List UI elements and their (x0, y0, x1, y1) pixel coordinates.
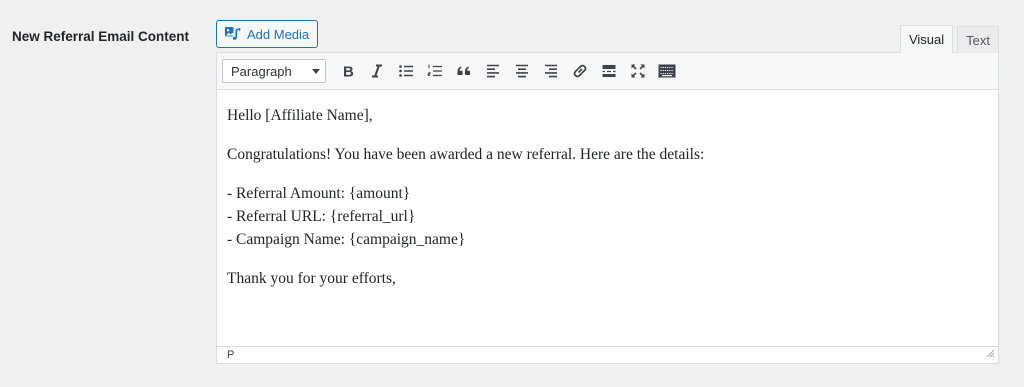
editor-content[interactable]: Hello [Affiliate Name], Congratulations!… (217, 90, 998, 346)
content-closing: Thank you for your efforts, (227, 270, 396, 287)
editor-tools: Add Media Visual Text (216, 20, 999, 53)
link-icon (572, 63, 588, 79)
field-label: New Referral Email Content (12, 29, 190, 44)
numbered-list-icon (427, 63, 443, 79)
bold-button[interactable]: B (333, 57, 362, 85)
wysiwyg-editor: Add Media Visual Text Paragraph B Hello … (216, 20, 999, 364)
content-detail-line: - Referral URL: {referral_url} (227, 208, 416, 225)
bullet-list-button[interactable] (391, 57, 420, 85)
align-left-icon (485, 63, 501, 79)
content-detail-line: - Referral Amount: {amount} (227, 185, 411, 202)
align-left-button[interactable] (478, 57, 507, 85)
media-icon (224, 26, 241, 43)
align-center-icon (514, 63, 530, 79)
blockquote-button[interactable] (449, 57, 478, 85)
content-details: - Referral Amount: {amount} - Referral U… (227, 182, 988, 251)
align-center-button[interactable] (507, 57, 536, 85)
toolbar-toggle-button[interactable] (652, 57, 681, 85)
chevron-down-icon (312, 68, 320, 74)
format-select[interactable]: Paragraph (222, 59, 326, 83)
content-intro: Congratulations! You have been awarded a… (227, 146, 705, 163)
bold-icon: B (340, 63, 356, 80)
formatting-toolbar: Paragraph B (217, 53, 998, 90)
numbered-list-button[interactable] (420, 57, 449, 85)
tab-visual[interactable]: Visual (899, 25, 954, 53)
align-right-icon (543, 63, 559, 79)
editor-tabs: Visual Text (899, 25, 999, 53)
resize-handle-icon[interactable] (986, 349, 995, 361)
format-select-value: Paragraph (231, 63, 292, 79)
fullscreen-icon (630, 63, 646, 79)
element-path[interactable]: P (227, 349, 234, 361)
fullscreen-button[interactable] (623, 57, 652, 85)
blockquote-icon (456, 63, 472, 79)
link-button[interactable] (565, 57, 594, 85)
editor-statusbar: P (217, 346, 998, 363)
svg-text:B: B (343, 64, 354, 80)
add-media-label: Add Media (247, 26, 310, 42)
align-right-button[interactable] (536, 57, 565, 85)
read-more-icon (601, 63, 617, 79)
tab-text[interactable]: Text (957, 26, 999, 53)
editor-box: Paragraph B Hello [Affiliate Name], Cong… (216, 52, 999, 364)
add-media-button[interactable]: Add Media (216, 20, 319, 48)
content-greeting: Hello [Affiliate Name], (227, 107, 373, 124)
italic-icon (369, 63, 385, 79)
content-detail-line: - Campaign Name: {campaign_name} (227, 231, 466, 248)
read-more-button[interactable] (594, 57, 623, 85)
bullet-list-icon (398, 63, 414, 79)
toolbar-toggle-icon (658, 63, 676, 79)
italic-button[interactable] (362, 57, 391, 85)
